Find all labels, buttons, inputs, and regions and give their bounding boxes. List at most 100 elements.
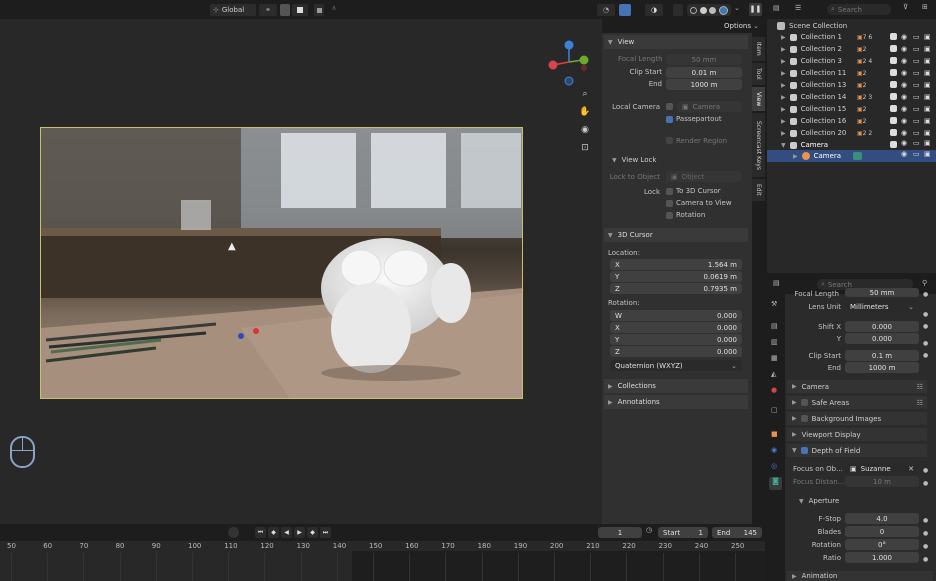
render-tab-icon[interactable]: ▤ (771, 322, 778, 330)
keyframe-dot-icon[interactable]: ● (923, 527, 929, 540)
navigation-gizmo[interactable] (545, 38, 595, 88)
falloff-icon[interactable]: ∧ (328, 4, 340, 16)
xray-toggle[interactable] (673, 4, 683, 16)
proportional-edit-button[interactable] (314, 4, 324, 16)
exclude-checkbox[interactable] (890, 93, 897, 100)
keyframe-dot-icon[interactable]: ● (923, 477, 929, 490)
view-lock-subheader[interactable]: ▼ View Lock (612, 154, 656, 166)
keyframe-dot-icon[interactable]: ● (923, 464, 929, 477)
eye-icon[interactable]: ◉ (901, 105, 907, 113)
tab-view[interactable]: View (752, 87, 765, 111)
editor-type-icon[interactable]: ▤ (773, 4, 780, 12)
keyframe-dot-icon[interactable]: ● (923, 350, 929, 362)
outliner-collection-row[interactable]: ▶ Collection 11 ▣2 ◉ ▭ ▣ (767, 67, 936, 79)
safe-areas-checkbox[interactable] (800, 399, 808, 406)
render-icon[interactable]: ▣ (924, 93, 931, 101)
render-icon[interactable]: ▣ (924, 33, 931, 41)
end-field[interactable]: 1000 m (666, 79, 742, 90)
render-icon[interactable]: ▣ (924, 105, 931, 113)
exclude-checkbox[interactable] (890, 81, 897, 88)
safe-areas-panel-header[interactable]: ▶ Safe Areas ☷ (787, 396, 927, 409)
fstop-field[interactable]: 4.0 (845, 513, 919, 524)
display-mode-icon[interactable]: ☰ (795, 4, 801, 12)
3d-cursor-section-header[interactable]: ▼ 3D Cursor (604, 228, 748, 242)
render-icon[interactable]: ▣ (924, 150, 931, 158)
tab-screencast-keys[interactable]: Screencast Keys (752, 113, 765, 177)
outliner-collection-row[interactable]: ▶ Collection 3 ▣2 4 ◉ ▭ ▣ (767, 55, 936, 67)
visibility-dropdown[interactable]: ◔ (597, 4, 615, 16)
focus-distance-field[interactable]: 10 m (845, 476, 919, 487)
monitor-icon[interactable]: ▭ (913, 129, 920, 137)
shift-y-field[interactable]: 0.000 (845, 333, 919, 344)
keyframe-dot-icon[interactable]: ● (923, 309, 929, 321)
viewport-display-panel-header[interactable]: ▶ Viewport Display (787, 428, 927, 441)
ratio-field[interactable]: 1.000 (845, 552, 919, 563)
shading-modes[interactable] (687, 4, 731, 16)
eye-icon[interactable]: ◉ (901, 57, 907, 65)
snap-target-button[interactable] (292, 4, 308, 16)
collections-section-header[interactable]: ▶ Collections (604, 379, 748, 393)
keyframe-dot-icon[interactable]: ● (923, 553, 929, 566)
render-icon[interactable]: ▣ (924, 81, 931, 89)
view-layer-tab-icon[interactable]: ▦ (771, 354, 778, 362)
monitor-icon[interactable]: ▭ (913, 105, 920, 113)
render-icon[interactable]: ▣ (924, 57, 931, 65)
cursor-rotation-x[interactable]: X 0.000 (610, 322, 742, 333)
prev-keyframe-icon[interactable]: ◆ (268, 527, 279, 538)
play-icon[interactable]: ▶ (294, 527, 305, 538)
eye-icon[interactable]: ◉ (901, 93, 907, 101)
clip-end-field[interactable]: 1000 m (845, 362, 919, 373)
tab-tool[interactable]: Tool (752, 63, 765, 85)
dof-panel-header[interactable]: ▼ Depth of Field (787, 444, 927, 457)
focus-object-field[interactable]: ▣ Suzanne ✕ (845, 463, 919, 474)
preview-range-icon[interactable]: ◷ (646, 526, 652, 534)
constraints-tab-icon[interactable]: ◎ (771, 462, 777, 470)
outliner-collection-row[interactable]: ▶ Collection 1 ▣7 6 ◉ ▭ ▣ (767, 31, 936, 43)
tab-edit[interactable]: Edit (752, 179, 765, 201)
list-icon[interactable]: ☷ (917, 399, 923, 407)
eye-icon[interactable]: ◉ (901, 81, 907, 89)
eye-icon[interactable]: ◉ (901, 117, 907, 125)
clip-start-field[interactable]: 0.01 m (666, 67, 742, 78)
outliner-collection-row[interactable]: ▶ Collection 20 ▣2 2 ◉ ▭ ▣ (767, 127, 936, 139)
outliner-collection-row[interactable]: ▶ Collection 14 ▣2 3 ◉ ▭ ▣ (767, 91, 936, 103)
transform-orientation-dropdown[interactable]: ⊹ Global (210, 4, 256, 16)
exclude-checkbox[interactable] (890, 69, 897, 76)
camera-to-view-checkbox[interactable] (666, 200, 673, 207)
shift-x-field[interactable]: 0.000 (845, 321, 919, 332)
keying-icon[interactable] (228, 527, 239, 538)
output-tab-icon[interactable]: ▥ (771, 338, 778, 346)
monitor-icon[interactable]: ▭ (913, 69, 920, 77)
animation-panel-header[interactable]: ▶ Animation (787, 571, 933, 581)
cursor-location-y[interactable]: Y 0.0619 m (610, 271, 742, 282)
exclude-checkbox[interactable] (890, 117, 897, 124)
camera-object-row[interactable]: ▶ Camera ◉ ▭ ▣ (767, 150, 936, 162)
background-images-checkbox[interactable] (800, 415, 808, 422)
keyframe-dot-icon[interactable]: ● (923, 289, 929, 301)
monitor-icon[interactable]: ▭ (913, 45, 920, 53)
local-camera-field[interactable]: ▣ Camera (677, 101, 742, 112)
aperture-subpanel-header[interactable]: ▼ Aperture (799, 495, 839, 507)
wireframe-shading-icon[interactable] (690, 6, 698, 14)
timeline-ruler[interactable]: 50 60 70 80 90 100 110 120 130 140 150 160 170 180 190… (0, 541, 765, 581)
render-icon[interactable]: ▣ (924, 45, 931, 53)
next-keyframe-icon[interactable]: ◆ (307, 527, 318, 538)
eye-icon[interactable]: ◉ (901, 129, 907, 137)
overlays-toggle[interactable]: ◑ (645, 4, 663, 16)
scene-tab-icon[interactable]: ◭ (771, 370, 776, 378)
options-dropdown[interactable]: Options ⌄ (721, 20, 761, 31)
keyframe-dot-icon[interactable]: ● (923, 540, 929, 553)
blades-field[interactable]: 0 (845, 526, 919, 537)
world-tab-icon[interactable]: ● (771, 386, 777, 394)
object-tab-icon[interactable]: ■ (771, 430, 778, 438)
close-icon[interactable]: ✕ (908, 465, 914, 473)
filter-icon[interactable]: ⊽ (903, 3, 908, 11)
jump-start-icon[interactable]: ⏮ (255, 527, 266, 538)
end-frame-field[interactable]: End 145 (712, 527, 762, 538)
cursor-rotation-y[interactable]: Y 0.000 (610, 334, 742, 345)
rotation-lock-checkbox[interactable] (666, 212, 673, 219)
shading-options-chevron-icon[interactable]: ⌄ (734, 4, 740, 12)
exclude-checkbox[interactable] (890, 141, 897, 148)
eye-icon[interactable]: ◉ (901, 45, 907, 53)
tab-item[interactable]: Item (752, 37, 765, 61)
